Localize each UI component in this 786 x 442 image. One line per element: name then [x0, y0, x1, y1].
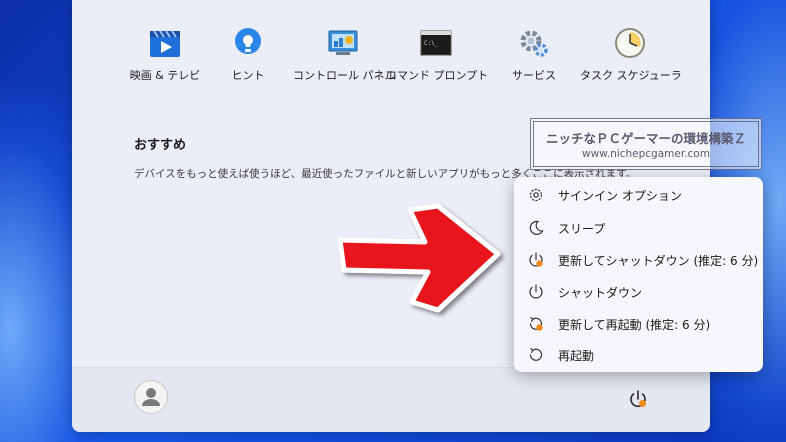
menu-item-shutdown[interactable]: シャットダウン	[514, 277, 763, 307]
menu-item-restart[interactable]: 再起動	[514, 340, 763, 370]
menu-item-label: シャットダウン	[558, 285, 643, 300]
pinned-app-label: コントロール パネル	[293, 69, 396, 82]
menu-item-signin-options[interactable]: サインイン オプション	[514, 180, 763, 210]
user-account-button[interactable]	[134, 380, 168, 414]
menu-item-label: サインイン オプション	[558, 188, 682, 203]
pinned-app-command-prompt[interactable]: C:\_ コマンド プロンプト	[386, 26, 489, 83]
pinned-app-label: コマンド プロンプト	[386, 69, 489, 82]
user-avatar-icon	[142, 388, 160, 406]
pinned-app-label: ヒント	[231, 69, 265, 82]
control-panel-icon	[328, 30, 358, 55]
pinned-app-label: サービス	[512, 69, 556, 82]
services-icon	[520, 30, 548, 57]
menu-item-sleep[interactable]: スリープ	[514, 213, 763, 243]
red-arrow-annotation	[337, 203, 501, 313]
menu-item-label: スリープ	[558, 221, 606, 236]
power-button[interactable]	[627, 388, 649, 410]
tips-icon	[235, 28, 261, 54]
pinned-app-task-scheduler[interactable]: タスク スケジューラ	[580, 26, 682, 83]
pinned-app-tips[interactable]: ヒント	[198, 26, 298, 83]
update-restart-icon	[529, 317, 543, 331]
command-prompt-icon: C:\_	[420, 30, 452, 56]
moon-icon	[529, 220, 544, 235]
movies-tv-icon	[150, 30, 180, 57]
power-menu: サインイン オプション スリープ 更新してシャットダウン (推定: 6 分) シ…	[514, 177, 763, 372]
svg-text:C:\_: C:\_	[424, 40, 439, 47]
power-update-icon	[630, 390, 646, 408]
menu-item-label: 更新してシャットダウン (推定: 6 分)	[558, 253, 759, 268]
watermark-title: ニッチなＰＣゲーマーの環境構築Ｚ	[545, 131, 746, 146]
pinned-app-label: タスク スケジューラ	[580, 69, 682, 82]
update-shutdown-icon	[529, 252, 543, 267]
menu-item-update-restart[interactable]: 更新して再起動 (推定: 6 分)	[514, 309, 763, 339]
menu-item-label: 更新して再起動 (推定: 6 分)	[558, 317, 711, 332]
recommended-title: おすすめ	[134, 138, 187, 153]
menu-item-update-shutdown[interactable]: 更新してシャットダウン (推定: 6 分)	[514, 245, 763, 275]
pinned-app-services[interactable]: サービス	[484, 26, 584, 83]
power-icon	[529, 284, 543, 299]
restart-icon	[529, 348, 543, 361]
site-watermark: ニッチなＰＣゲーマーの環境構築Ｚ www.nichepcgamer.com	[530, 118, 762, 170]
watermark-url: www.nichepcgamer.com	[582, 148, 710, 160]
gear-icon	[529, 188, 543, 202]
pinned-app-control-panel[interactable]: コントロール パネル	[293, 26, 396, 83]
task-scheduler-icon	[615, 28, 645, 58]
menu-item-label: 再起動	[558, 348, 595, 363]
